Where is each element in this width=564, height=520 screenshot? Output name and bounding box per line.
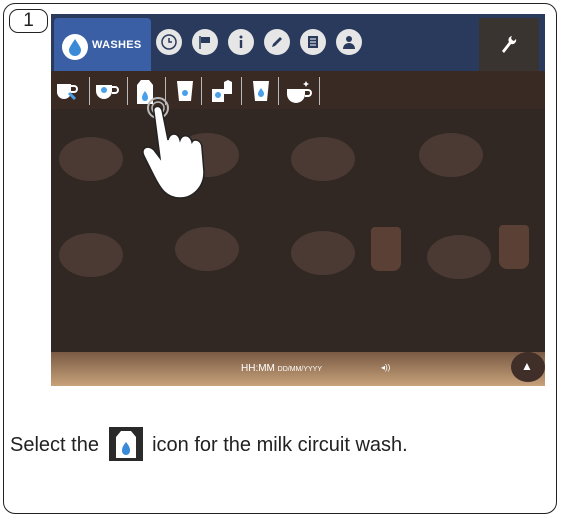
volume-icon[interactable]: ◂))	[381, 363, 390, 372]
flag-icon[interactable]	[192, 29, 218, 55]
scroll-up-button[interactable]: ▲	[511, 352, 545, 382]
dim-cup	[59, 233, 123, 277]
glass-drop-icon[interactable]	[251, 79, 279, 103]
washes-label: WASHES	[92, 39, 142, 51]
wash-options-bar	[51, 71, 545, 109]
pencil-icon[interactable]	[264, 29, 290, 55]
washes-tab[interactable]: WASHES	[54, 18, 151, 71]
dim-glass	[499, 225, 529, 269]
instruction-caption: Select the icon for the milk circuit was…	[10, 427, 408, 461]
clock-icon[interactable]	[156, 29, 182, 55]
rinse-cups-icon[interactable]	[55, 79, 83, 103]
dimmed-beverage-grid	[51, 109, 545, 352]
caption-text-before: Select the	[10, 434, 99, 456]
dim-cup	[175, 227, 239, 271]
triangle-up-icon: ▲	[521, 359, 533, 373]
dim-cup	[291, 231, 355, 275]
time-text: HH:MM	[241, 363, 275, 374]
dim-cup	[427, 235, 491, 279]
dim-glass	[371, 227, 401, 271]
clock-display: HH:MM DD/MM/YYYY	[241, 363, 322, 374]
separator	[319, 77, 320, 105]
date-text: DD/MM/YYYY	[277, 366, 323, 373]
machine-screen: WASHES HH:MM DD/MM/YYYY ◂)) ▲	[51, 14, 545, 386]
caption-text-after: icon for the milk circuit wash.	[152, 434, 408, 456]
dim-cup	[291, 137, 355, 181]
user-icon[interactable]	[336, 29, 362, 55]
separator	[241, 77, 242, 105]
clean-spray-icon[interactable]	[284, 79, 312, 103]
water-drop-icon	[62, 34, 88, 60]
document-icon[interactable]	[300, 29, 326, 55]
separator	[278, 77, 279, 105]
status-bar: HH:MM DD/MM/YYYY ◂)) ▲	[51, 352, 545, 386]
dim-cup	[419, 133, 483, 177]
info-icon[interactable]	[228, 29, 254, 55]
dim-cup	[59, 137, 123, 181]
separator	[89, 77, 90, 105]
step-number: 1	[9, 9, 48, 33]
milk-carton-icon	[108, 427, 143, 461]
instruction-frame: 1 WASHES HH:MM DD/MM/YYYY ◂)) ▲ Select t…	[3, 3, 557, 514]
wrench-icon[interactable]	[479, 18, 539, 71]
pointing-hand-icon	[142, 97, 205, 199]
cup-icon[interactable]	[93, 79, 121, 103]
top-menu-bar: WASHES	[51, 14, 545, 71]
separator	[127, 77, 128, 105]
